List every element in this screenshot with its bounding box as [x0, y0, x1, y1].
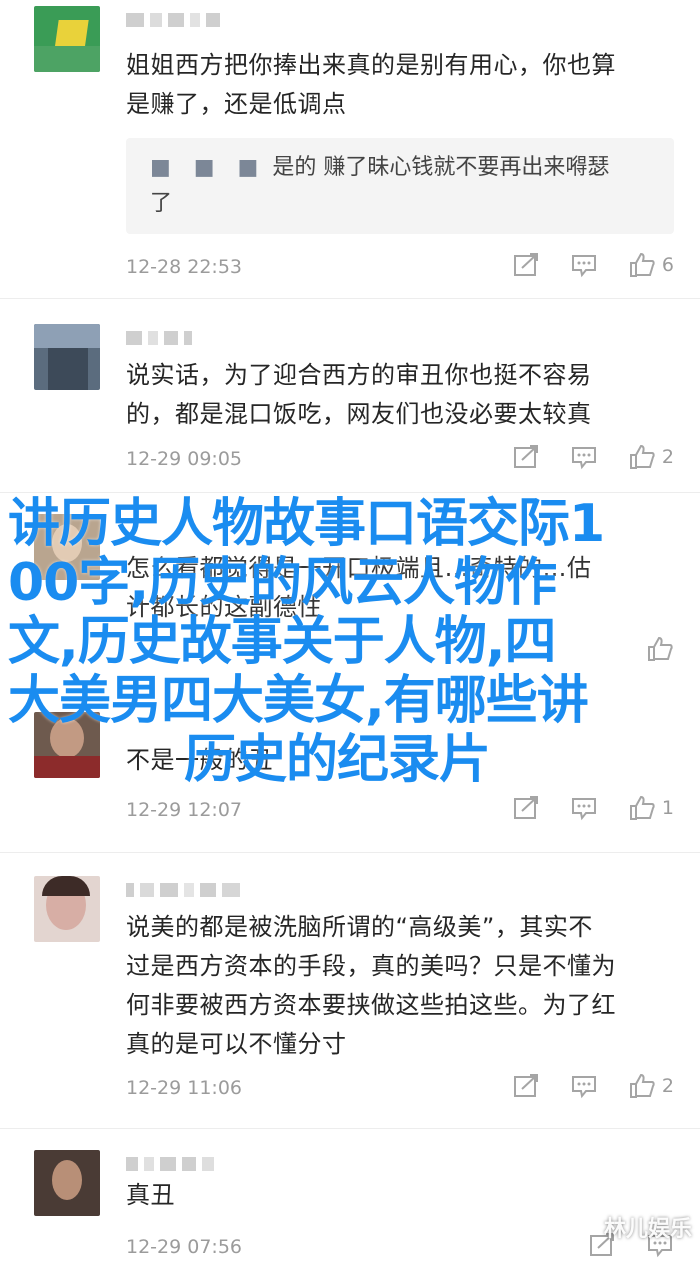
quoted-reply[interactable]: ■ ■ ■ 是的 赚了昧心钱就不要再出来嘚瑟 了	[126, 138, 674, 234]
timestamp: 12-29 11:06	[126, 1077, 243, 1099]
comment-meta: 12-29 09:05 2	[126, 444, 686, 474]
reply-icon[interactable]	[570, 444, 598, 470]
comment-meta: 12-29 11:06 2	[126, 1073, 686, 1103]
timestamp: 12-29 07:56	[126, 1236, 243, 1258]
like-button[interactable]: 2	[628, 1073, 674, 1099]
overlay-title-line: 文,历史故事关于人物,四	[8, 612, 557, 672]
thumbs-up-icon	[629, 1073, 655, 1098]
avatar[interactable]	[34, 324, 100, 390]
divider	[0, 852, 700, 853]
username[interactable]	[126, 880, 240, 900]
like-count: 1	[661, 797, 674, 819]
like-button[interactable]: 1	[628, 795, 674, 821]
like-count: 6	[661, 254, 674, 276]
reply-icon[interactable]	[570, 252, 598, 278]
share-icon[interactable]	[512, 795, 540, 821]
avatar[interactable]	[34, 1150, 100, 1216]
comment-meta: 12-29 12:07 1	[126, 795, 686, 825]
thumbs-up-icon	[629, 795, 655, 820]
avatar[interactable]	[34, 6, 100, 72]
share-icon[interactable]	[512, 252, 540, 278]
comment-text: 说实话，为了迎合西方的审丑你也挺不容易 的，都是混口饭吃，网友们也没必要太较真	[126, 361, 592, 428]
thumbs-up-icon	[629, 252, 655, 277]
comment-text: 真丑	[126, 1181, 175, 1209]
timestamp: 12-29 09:05	[126, 448, 243, 470]
comment-meta: 12-29 07:56	[126, 1232, 686, 1262]
share-icon[interactable]	[512, 1073, 540, 1099]
timestamp: 12-29 12:07	[126, 799, 243, 821]
username[interactable]	[126, 10, 220, 30]
timestamp: 12-28 22:53	[126, 256, 243, 278]
thumbs-up-icon	[629, 444, 655, 469]
watermark: 林儿娱乐	[603, 1217, 692, 1242]
share-icon[interactable]	[512, 444, 540, 470]
like-count: 2	[661, 446, 674, 468]
overlay-title-line: 历史的纪录片	[184, 730, 491, 790]
username[interactable]	[126, 1154, 214, 1174]
comment-meta: 12-28 22:53 6	[126, 252, 686, 282]
divider	[0, 492, 700, 493]
divider	[0, 1128, 700, 1129]
reply-icon[interactable]	[570, 795, 598, 821]
overlay-title-line: 00字,历史的风云人物作	[8, 553, 557, 613]
like-button[interactable]: 6	[628, 252, 674, 278]
overlay-title-line: 讲历史人物故事口语交际1	[8, 494, 605, 554]
like-button[interactable]: 2	[628, 444, 674, 470]
overlay-title: 讲历史人物故事口语交际1 00字,历史的风云人物作 文,历史故事关于人物,四 大…	[8, 495, 698, 790]
like-count: 2	[661, 1075, 674, 1097]
divider	[0, 298, 700, 299]
quoted-username: ■ ■ ■	[150, 155, 267, 180]
overlay-title-line: 大美男四大美女,有哪些讲	[8, 671, 589, 731]
comment-text: 姐姐西方把你捧出来真的是别有用心，你也算 是赚了，还是低调点	[126, 51, 616, 118]
avatar[interactable]	[34, 876, 100, 942]
reply-icon[interactable]	[570, 1073, 598, 1099]
username[interactable]	[126, 328, 192, 348]
comment-text: 说美的都是被洗脑所谓的“高级美”，其实不 过是西方资本的手段，真的美吗？只是不懂…	[126, 913, 616, 1058]
